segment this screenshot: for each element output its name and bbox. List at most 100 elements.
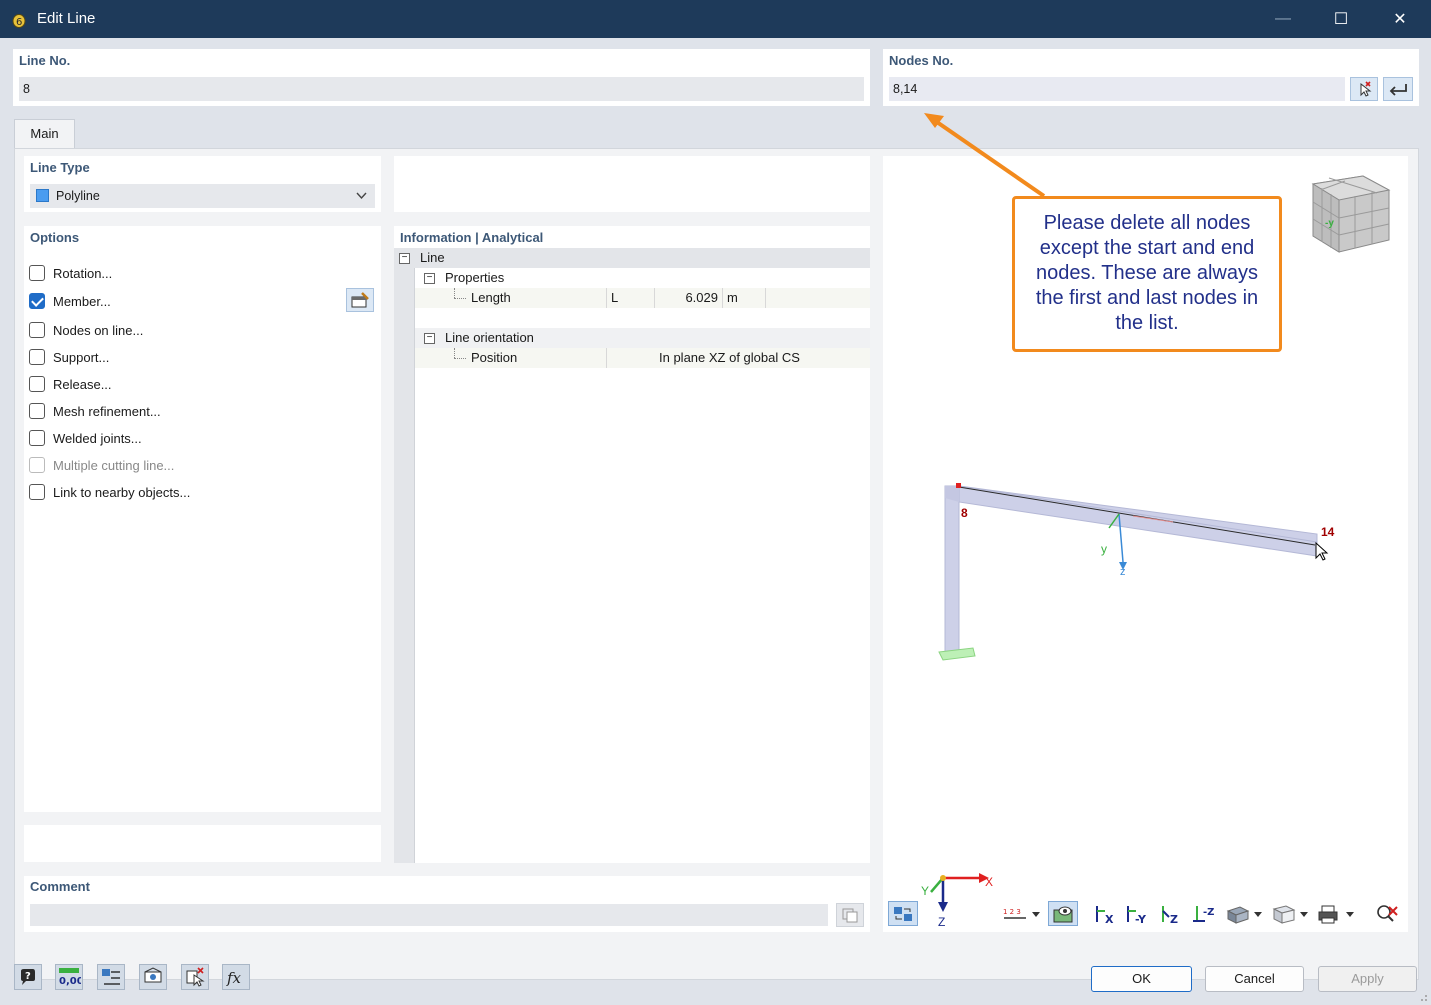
axis-z-view-icon: Z: [1162, 905, 1178, 925]
option-link-nearby[interactable]: Link to nearby objects...: [29, 482, 190, 502]
col-divider: [765, 288, 766, 308]
view-z-button[interactable]: Z: [1155, 901, 1185, 926]
instruction-callout: Please delete all nodes except the start…: [1012, 196, 1282, 352]
pick-nodes-button[interactable]: [1350, 77, 1378, 101]
mesh-refinement-checkbox[interactable]: [29, 403, 45, 419]
comment-panel: Comment: [24, 876, 870, 932]
window-title: Edit Line: [37, 10, 96, 27]
display-toggle-button[interactable]: [1048, 901, 1078, 926]
printer-icon: [1318, 905, 1354, 923]
tab-main[interactable]: Main: [14, 119, 75, 149]
option-member[interactable]: Member...: [29, 291, 111, 311]
view-x-button[interactable]: X: [1089, 901, 1119, 926]
tree-row-line[interactable]: [394, 248, 870, 268]
resize-grip-icon[interactable]: [1418, 992, 1428, 1002]
tree-connector: [454, 358, 466, 359]
minimize-icon: —: [1275, 10, 1291, 27]
nodes-on-line-checkbox[interactable]: [29, 322, 45, 338]
reset-view-button[interactable]: [1373, 901, 1401, 926]
line-type-label: Line Type: [30, 160, 90, 175]
reverse-nodes-button[interactable]: [1383, 77, 1413, 101]
svg-text:Z: Z: [1170, 913, 1178, 925]
option-nodes-on-line[interactable]: Nodes on line...: [29, 320, 143, 340]
link-nearby-checkbox[interactable]: [29, 484, 45, 500]
position-value: In plane XZ of global CS: [659, 350, 800, 365]
global-y-label: Y: [921, 884, 930, 898]
function-button[interactable]: fx: [222, 964, 250, 990]
cancel-button[interactable]: Cancel: [1205, 966, 1304, 992]
ok-button[interactable]: OK: [1091, 966, 1192, 992]
axis-minus-y-view-icon: -Y: [1127, 905, 1147, 925]
rotation-checkbox[interactable]: [29, 265, 45, 281]
units-text: 0,00: [59, 976, 81, 987]
view-projection-dropdown[interactable]: [1269, 901, 1311, 926]
reset-view-icon: [1377, 904, 1398, 922]
option-label: Multiple cutting line...: [53, 457, 175, 473]
global-z-label: Z: [938, 915, 946, 929]
render-mode-dropdown[interactable]: [1223, 901, 1265, 926]
option-welded-joints[interactable]: Welded joints...: [29, 428, 142, 448]
render-mode-icon: [1226, 905, 1262, 924]
help-button[interactable]: ?: [14, 964, 42, 990]
tree-connector: [454, 288, 455, 298]
option-mesh-refinement[interactable]: Mesh refinement...: [29, 401, 161, 421]
option-label: Rotation...: [53, 265, 113, 281]
option-rotation[interactable]: Rotation...: [29, 263, 112, 283]
member-checkbox[interactable]: [29, 293, 45, 309]
col-divider: [606, 348, 607, 368]
length-value: 6.029: [685, 290, 718, 305]
help-icon: ?: [21, 969, 35, 985]
close-button[interactable]: ✕: [1371, 0, 1429, 38]
model-view-icon: [144, 967, 162, 983]
svg-text:fx: fx: [226, 969, 242, 987]
tree-properties-label: Properties: [445, 270, 505, 285]
units-button[interactable]: 0,00: [55, 964, 83, 990]
svg-text:1 2 3: 1 2 3: [1003, 908, 1021, 916]
edit-member-button[interactable]: [346, 288, 374, 312]
apply-button[interactable]: Apply: [1318, 966, 1417, 992]
nodes-no-field[interactable]: 8,14: [889, 77, 1345, 101]
model-view-button[interactable]: [139, 964, 167, 990]
collapse-properties-icon[interactable]: −: [424, 273, 435, 284]
view-minus-y-button[interactable]: -Y: [1121, 901, 1153, 926]
svg-text:-Z: -Z: [1203, 907, 1214, 918]
collapse-orientation-icon[interactable]: −: [424, 333, 435, 344]
text-style-button[interactable]: [97, 964, 125, 990]
collapse-line-icon[interactable]: −: [399, 253, 410, 264]
option-label: Release...: [53, 376, 112, 392]
line-type-select[interactable]: Polyline: [30, 184, 375, 208]
line-no-panel: Line No. 8: [13, 49, 870, 106]
option-support[interactable]: Support...: [29, 347, 109, 367]
local-z-label: z: [1120, 566, 1126, 578]
print-dropdown[interactable]: [1315, 901, 1357, 926]
minimize-button[interactable]: —: [1254, 0, 1312, 38]
local-y-label: y: [1101, 542, 1107, 556]
welded-joints-checkbox[interactable]: [29, 430, 45, 446]
option-multiple-cutting-line: Multiple cutting line...: [29, 455, 174, 475]
col-divider: [654, 288, 655, 308]
comment-library-button[interactable]: [836, 903, 864, 927]
tree-orientation-label: Line orientation: [445, 330, 534, 345]
view-minus-z-button[interactable]: -Z: [1189, 901, 1219, 926]
view-cube-icon: [1311, 175, 1391, 253]
option-label: Member...: [53, 293, 111, 309]
comment-field[interactable]: [30, 904, 828, 926]
maximize-icon: ☐: [1333, 11, 1349, 28]
options-label: Options: [30, 230, 80, 245]
node-end-label: 14: [1321, 525, 1335, 539]
maximize-button[interactable]: ☐: [1312, 0, 1370, 38]
numbering-dropdown[interactable]: 1 2 3: [1001, 901, 1043, 926]
mouse-cursor-icon: [1315, 542, 1329, 561]
information-label: Information | Analytical: [400, 230, 544, 245]
sync-view-button[interactable]: [888, 901, 918, 926]
support-checkbox[interactable]: [29, 349, 45, 365]
node-start-label: 8: [961, 506, 968, 520]
tree-connector: [454, 348, 455, 358]
select-object-button[interactable]: [181, 964, 209, 990]
option-release[interactable]: Release...: [29, 374, 112, 394]
extra-panel: [24, 825, 381, 862]
line-no-field[interactable]: 8: [19, 77, 864, 101]
release-checkbox[interactable]: [29, 376, 45, 392]
tree-connector: [454, 298, 466, 299]
length-unit: m: [727, 290, 738, 305]
